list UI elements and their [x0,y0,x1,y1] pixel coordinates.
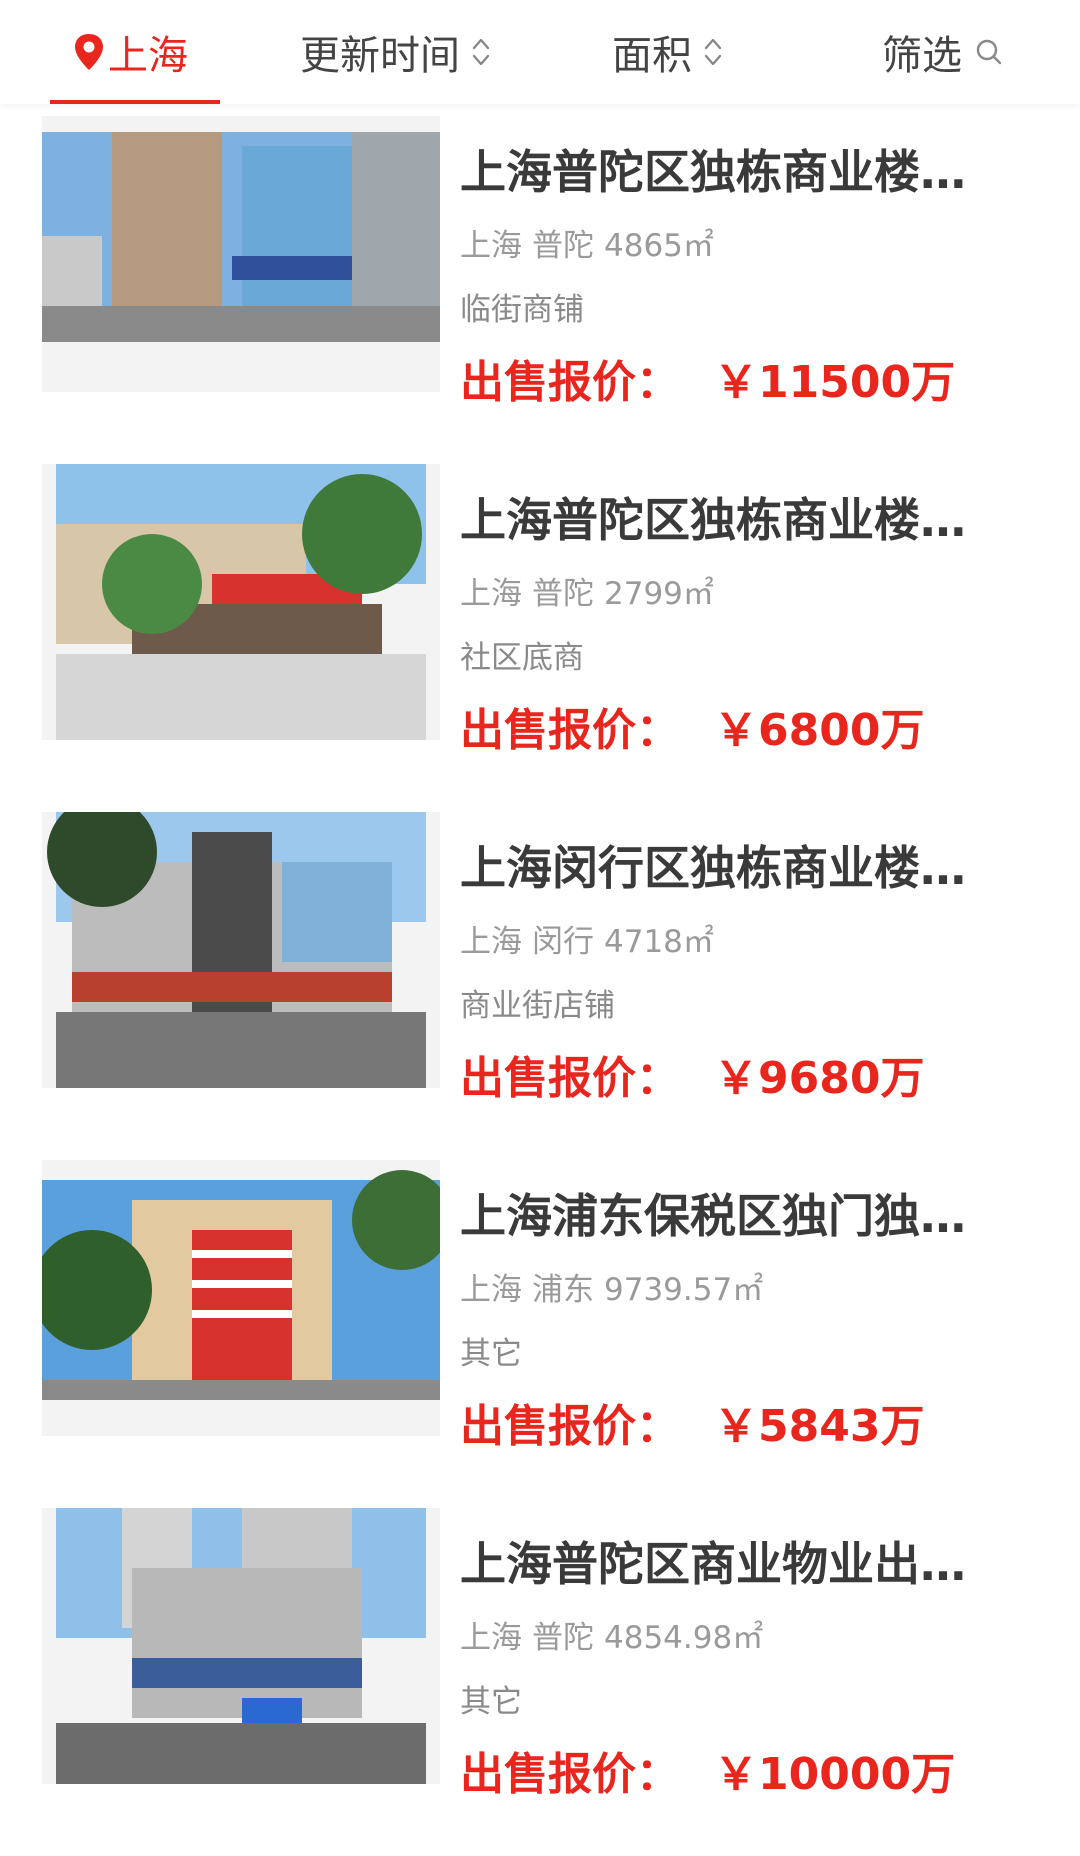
sort-area-label: 面积 [612,33,692,79]
listing-photo [42,812,440,1088]
listing-title: 上海浦东保税区独门独院… [460,1189,1000,1243]
listing-price: 出售报价： ￥10000万 [460,1738,955,1802]
listing-photo [42,116,440,392]
listing-card[interactable]: 上海普陀区独栋商业楼物… 上海 普陀 2799㎡ 社区底商 出售报价： ￥6800万 [0,464,1080,812]
listing-price: 出售报价： ￥11500万 [460,346,955,410]
listing-meta: 上海 普陀 4854.98㎡ [460,1612,773,1657]
price-label: 出售报价： [460,357,680,408]
listing-price: 出售报价： ￥6800万 [460,694,924,758]
search-icon [976,39,1002,65]
listing-city: 上海 [460,1620,522,1656]
listing-area: 4865㎡ [604,228,714,264]
listing-meta: 上海 普陀 4865㎡ [460,220,724,265]
price-label: 出售报价： [460,1749,680,1800]
price-value: ￥11500万 [714,357,956,408]
filter-bar: 上海 更新时间 面积 筛选 [0,0,1080,104]
listing-district: 普陀 [532,228,594,264]
filter-button[interactable]: 筛选 [882,0,1004,104]
listing-area: 2799㎡ [604,576,714,612]
listing-area: 4718㎡ [604,924,714,960]
sort-by-area[interactable]: 面积 [612,0,724,104]
active-tab-underline [50,100,220,104]
listing-district: 闵行 [532,924,594,960]
listing-list: 上海普陀区独栋商业楼出… 上海 普陀 4865㎡ 临街商铺 出售报价： ￥11500万… [0,116,1080,1856]
listing-type: 临街商铺 [460,292,584,328]
listing-card[interactable]: 上海闵行区独栋商业楼出… 上海 闵行 4718㎡ 商业街店铺 出售报价： ￥9680万 [0,812,1080,1160]
listing-title: 上海闵行区独栋商业楼出… [460,841,1000,895]
listing-city: 上海 [460,924,522,960]
listing-area: 4854.98㎡ [604,1620,764,1656]
listing-city: 上海 [460,228,522,264]
sort-time-label: 更新时间 [300,33,460,79]
listing-city: 上海 [460,1272,522,1308]
sort-arrows-icon [704,38,722,66]
listing-card[interactable]: 上海普陀区商业物业出售… 上海 普陀 4854.98㎡ 其它 出售报价： ￥10000… [0,1508,1080,1856]
price-value: ￥9680万 [714,1053,925,1104]
listing-area: 9739.57㎡ [604,1272,764,1308]
sort-by-update-time[interactable]: 更新时间 [300,0,492,104]
listing-meta: 上海 普陀 2799㎡ [460,568,724,613]
location-pin-icon [75,34,103,70]
listing-meta: 上海 浦东 9739.57㎡ [460,1264,773,1309]
price-value: ￥6800万 [714,705,925,756]
price-value: ￥5843万 [714,1401,925,1452]
listing-photo [42,1508,440,1784]
listing-district: 普陀 [532,576,594,612]
listing-type: 其它 [460,1336,522,1372]
listing-photo [42,464,440,740]
price-label: 出售报价： [460,1053,680,1104]
price-label: 出售报价： [460,1401,680,1452]
listing-photo [42,1160,440,1436]
listing-city: 上海 [460,576,522,612]
listing-type: 商业街店铺 [460,988,615,1024]
listing-price: 出售报价： ￥5843万 [460,1390,924,1454]
sort-arrows-icon [472,38,490,66]
listing-district: 普陀 [532,1620,594,1656]
listing-meta: 上海 闵行 4718㎡ [460,916,724,961]
listing-price: 出售报价： ￥9680万 [460,1042,924,1106]
listing-title: 上海普陀区独栋商业楼物… [460,493,1000,547]
filter-label: 筛选 [882,33,962,79]
listing-card[interactable]: 上海普陀区独栋商业楼出… 上海 普陀 4865㎡ 临街商铺 出售报价： ￥11500万 [0,116,1080,464]
listing-card[interactable]: 上海浦东保税区独门独院… 上海 浦东 9739.57㎡ 其它 出售报价： ￥5843万 [0,1160,1080,1508]
listing-district: 浦东 [532,1272,594,1308]
listing-type: 其它 [460,1684,522,1720]
price-value: ￥10000万 [714,1749,956,1800]
listing-title: 上海普陀区商业物业出售… [460,1537,1000,1591]
listing-type: 社区底商 [460,640,584,676]
city-filter[interactable]: 上海 [72,0,188,104]
city-filter-label: 上海 [108,33,188,79]
price-label: 出售报价： [460,705,680,756]
listing-title: 上海普陀区独栋商业楼出… [460,145,1000,199]
